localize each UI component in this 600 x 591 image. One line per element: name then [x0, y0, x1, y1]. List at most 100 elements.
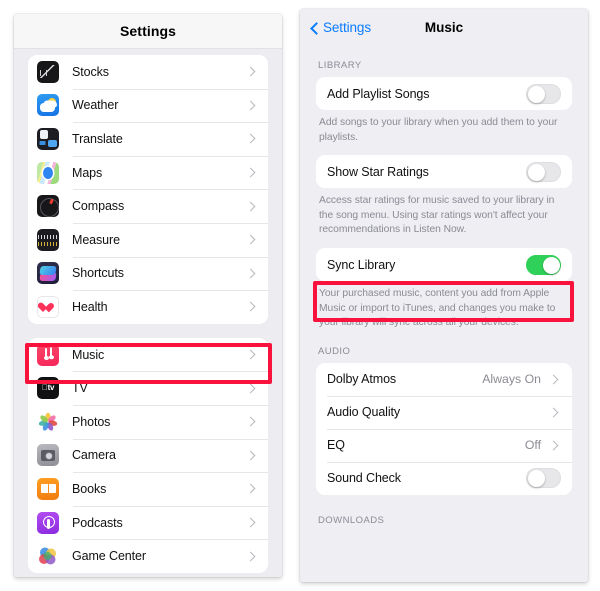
sidebar-item-translate[interactable]: Translate: [28, 122, 268, 156]
music-scroll-area[interactable]: LIBRARY Add Playlist Songs Add songs to …: [300, 45, 588, 532]
chevron-right-icon: [547, 438, 561, 452]
row-audio-quality[interactable]: Audio Quality: [316, 395, 572, 429]
sidebar-item-stocks[interactable]: Stocks: [28, 55, 268, 89]
chevron-right-icon: [244, 415, 258, 429]
chevron-right-icon: [244, 482, 258, 496]
sidebar-item-podcasts[interactable]: Podcasts: [28, 505, 268, 540]
sidebar-item-label: Shortcuts: [72, 266, 124, 281]
sidebar-item-label: Health: [72, 299, 108, 314]
row-value: Always On: [482, 372, 541, 387]
stocks-app-icon: [37, 60, 59, 83]
sidebar-item-tv[interactable]: tv TV: [28, 371, 268, 405]
row-sync-library[interactable]: Sync Library: [316, 248, 572, 281]
chevron-right-icon: [244, 65, 258, 79]
settings-group-apps-1: Stocks Weather Translate Maps Compass Me…: [28, 55, 268, 324]
add-playlist-songs-toggle[interactable]: [526, 83, 561, 104]
sidebar-item-camera[interactable]: Camera: [28, 438, 268, 473]
row-show-star-ratings[interactable]: Show Star Ratings: [316, 155, 572, 188]
chevron-right-icon: [244, 300, 258, 314]
footnote-sync-library: Your purchased music, content you add fr…: [319, 288, 556, 329]
show-star-ratings-toggle[interactable]: [526, 161, 561, 182]
chevron-right-icon: [244, 348, 258, 362]
chevron-right-icon: [244, 266, 258, 280]
music-app-icon: [37, 343, 59, 366]
chevron-right-icon: [244, 549, 258, 563]
row-label: Sound Check: [327, 471, 401, 486]
sidebar-item-music[interactable]: Music: [28, 338, 268, 372]
settings-group-apps-2: Music tv TV: [28, 337, 268, 573]
sidebar-item-shortcuts[interactable]: Shortcuts: [28, 256, 268, 291]
weather-app-icon: [37, 94, 59, 117]
sidebar-item-label: Translate: [72, 131, 123, 146]
sidebar-item-label: Game Center: [72, 549, 146, 564]
footnote-add-playlist-songs: Add songs to your library when you add t…: [319, 117, 558, 143]
row-eq[interactable]: EQ Off: [316, 428, 572, 462]
chevron-left-icon: [309, 20, 320, 34]
sidebar-item-label: TV: [72, 381, 88, 396]
sidebar-item-label: Camera: [72, 448, 116, 463]
sidebar-item-label: Music: [72, 347, 105, 362]
chevron-right-icon: [244, 132, 258, 146]
chevron-right-icon: [244, 381, 258, 395]
sidebar-item-photos[interactable]: Photos: [28, 404, 268, 439]
apple-tv-glyph: tv: [42, 383, 55, 393]
back-to-settings-button[interactable]: Settings: [309, 20, 371, 35]
chevron-right-icon: [547, 405, 561, 419]
row-label: Show Star Ratings: [327, 164, 429, 179]
health-app-icon: [37, 295, 59, 318]
sidebar-item-label: Podcasts: [72, 515, 123, 530]
sidebar-item-books[interactable]: Books: [28, 472, 268, 506]
sidebar-item-weather[interactable]: Weather: [28, 88, 268, 123]
back-button-label: Settings: [323, 19, 371, 35]
toggle-knob: [528, 470, 545, 488]
translate-app-icon: [37, 127, 59, 150]
chevron-right-icon: [244, 448, 258, 462]
sidebar-item-maps[interactable]: Maps: [28, 155, 268, 190]
sidebar-item-label: Maps: [72, 165, 103, 180]
books-app-icon: [37, 477, 59, 500]
row-label: Dolby Atmos: [327, 372, 397, 387]
music-navbar: Settings Music: [300, 9, 588, 45]
section-header-downloads: DOWNLOADS: [318, 514, 385, 526]
library-card-add-playlist: Add Playlist Songs: [316, 77, 572, 110]
settings-scroll-area[interactable]: Stocks Weather Translate Maps Compass Me…: [14, 49, 282, 577]
settings-navbar: Settings: [14, 14, 282, 49]
row-label: Sync Library: [327, 257, 396, 272]
toggle-knob: [528, 163, 545, 181]
library-card-sync: Sync Library: [316, 248, 572, 282]
photos-pinwheel-glyph: [38, 412, 58, 431]
sidebar-item-label: Books: [72, 481, 107, 496]
podcasts-app-icon: [37, 511, 59, 534]
game-center-app-icon: [37, 545, 59, 568]
row-label: EQ: [327, 438, 345, 453]
sound-check-toggle[interactable]: [526, 468, 561, 489]
chevron-right-icon: [244, 516, 258, 530]
audio-card: Dolby Atmos Always On Audio Quality EQ O…: [316, 362, 572, 495]
sidebar-item-label: Weather: [72, 98, 119, 113]
chevron-right-icon: [244, 199, 258, 213]
sidebar-item-label: Measure: [72, 232, 120, 247]
row-value: Off: [524, 438, 541, 453]
sync-library-toggle[interactable]: [526, 254, 561, 275]
camera-app-icon: [37, 444, 59, 467]
row-dolby-atmos[interactable]: Dolby Atmos Always On: [316, 363, 572, 396]
toggle-knob: [543, 256, 560, 274]
music-settings-panel: Settings Music LIBRARY Add Playlist Song…: [300, 9, 588, 582]
sidebar-item-game-center[interactable]: Game Center: [28, 539, 268, 573]
sidebar-item-health[interactable]: Health: [28, 290, 268, 324]
sidebar-item-measure[interactable]: Measure: [28, 222, 268, 257]
shortcuts-app-icon: [37, 262, 59, 285]
settings-list-panel: Settings Stocks Weather Translate Maps C…: [14, 14, 282, 577]
compass-app-icon: [37, 195, 59, 218]
library-card-star-ratings: Show Star Ratings: [316, 155, 572, 189]
sidebar-item-compass[interactable]: Compass: [28, 189, 268, 223]
row-add-playlist-songs[interactable]: Add Playlist Songs: [316, 77, 572, 110]
measure-app-icon: [37, 228, 59, 251]
sidebar-item-label: Compass: [72, 199, 125, 214]
maps-app-icon: [37, 161, 59, 184]
chevron-right-icon: [244, 233, 258, 247]
toggle-knob: [528, 85, 545, 103]
row-sound-check[interactable]: Sound Check: [316, 461, 572, 495]
tv-app-icon: tv: [37, 377, 59, 400]
